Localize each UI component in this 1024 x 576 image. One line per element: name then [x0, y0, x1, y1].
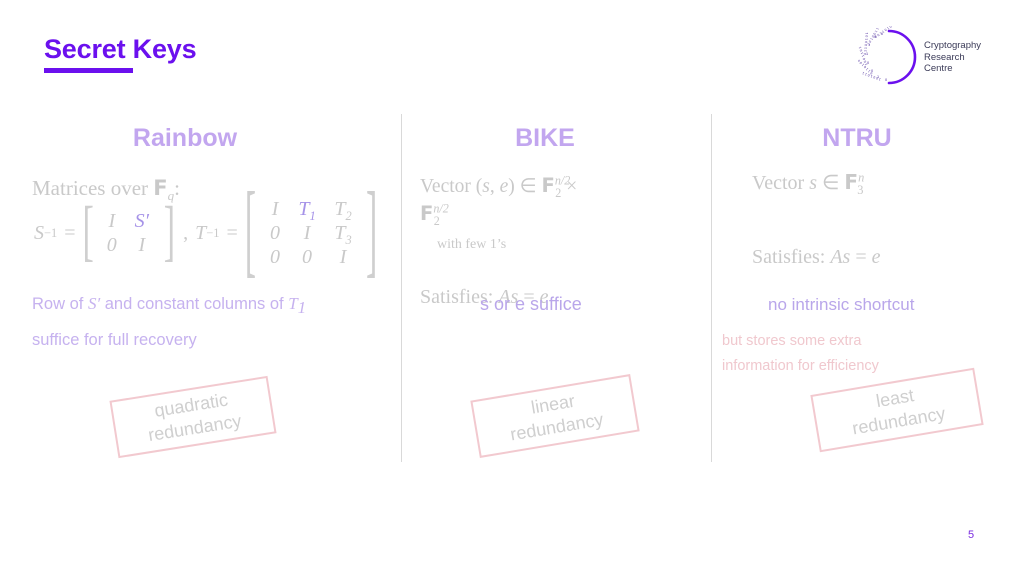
- ntru-satisfies-equals: =: [850, 246, 872, 268]
- column-heading-ntru: NTRU: [822, 124, 892, 152]
- ntru-satisfies-as: As: [830, 246, 851, 268]
- column-heading-rainbow: Rainbow: [132, 124, 238, 152]
- bike-vector-line-2: Fn/22: [420, 202, 449, 228]
- bike-times-symbol: ×: [561, 176, 578, 197]
- s-equals-sign: =: [64, 221, 76, 244]
- rainbow-note-1c: and constant columns of: [100, 295, 289, 313]
- bike-few-ones-note: with few 1’s: [437, 237, 507, 252]
- t-inverse-expression: T −1 = [ I T1 T2 0 I T3 0 0 I ]: [195, 174, 378, 289]
- stamp-least-label: least redundancy: [850, 385, 947, 439]
- stamp-quadratic-label: quadratic redundancy: [146, 389, 243, 446]
- column-divider-2: [711, 114, 712, 462]
- logo-wordmark: Cryptography Research Centre: [924, 40, 981, 75]
- t-cell-0-2: T2: [334, 198, 352, 223]
- s-cell-0-1: S′: [134, 210, 149, 232]
- t-cell-2-1: 0: [302, 246, 313, 268]
- s-matrix-grid: I S′ 0 I: [94, 209, 164, 257]
- rainbow-note-t-symbol: T: [288, 294, 298, 313]
- bike-field-symbol: F: [541, 174, 555, 197]
- svg-text:0: 0: [885, 78, 887, 82]
- stamp-least-redundancy: least redundancy: [810, 367, 984, 453]
- rainbow-note-1a: Row of: [32, 295, 88, 313]
- rainbow-note-line-1: Row of S′ and constant columns of T1: [32, 290, 306, 318]
- ntru-field-sub: 3: [857, 183, 864, 197]
- bike-vector-comma: ,: [489, 176, 500, 197]
- brand-logo: 1 0 0 1 0 1 1 0 1 1 0 1 0 0 1 1 0 0 1 1 …: [858, 26, 984, 88]
- ntru-vector-in: ∈: [817, 172, 845, 194]
- t-cell-0-0: I: [271, 198, 279, 220]
- stamp-quadratic-redundancy: quadratic redundancy: [109, 375, 277, 459]
- page-number: 5: [968, 529, 975, 541]
- t-cell-1-2: T3: [334, 222, 352, 247]
- ntru-satisfies-label: Satisfies:: [752, 246, 831, 268]
- formula-comma: ,: [183, 221, 189, 244]
- s-cell-0-0: I: [108, 210, 116, 232]
- logo-line-1: Cryptography: [924, 40, 982, 51]
- s-bracket-left: [: [82, 195, 94, 270]
- ntru-extra-note: but stores some extra information for ef…: [722, 329, 879, 379]
- title-underline-bar: [44, 68, 133, 73]
- ntru-satisfies-line: Satisfies: As = e: [752, 246, 881, 269]
- bike-suffice-note: s or e suffice: [480, 294, 582, 314]
- s-inverse-expression: S −1 = [ I S′ 0 I ]: [34, 195, 176, 270]
- bike-vector-pre: Vector (: [420, 176, 483, 197]
- stamp-linear-label: linear redundancy: [508, 390, 605, 445]
- svg-text:1: 1: [877, 75, 879, 79]
- bike-vector-in: ) ∈: [508, 176, 542, 197]
- crc-circular-logo-icon: 1 0 0 1 0 1 1 0 1 1 0 1 0 0 1 1 0 0 1 1 …: [858, 26, 917, 85]
- ntru-extra-line-1: but stores some extra: [722, 333, 862, 349]
- s-bracket-right: ]: [163, 195, 176, 270]
- t-cell-2-2: I: [339, 246, 347, 268]
- page-title: Secret Keys: [44, 34, 197, 64]
- svg-text:0: 0: [867, 61, 869, 65]
- svg-text:0: 0: [874, 35, 876, 39]
- bike-field2-sub: 2: [433, 213, 440, 228]
- svg-text:1: 1: [866, 52, 868, 56]
- t-bracket-left: [: [244, 174, 257, 289]
- t-inverse-symbol: T: [195, 221, 207, 244]
- stamp-linear-redundancy: linear redundancy: [470, 374, 640, 458]
- column-heading-bike: BIKE: [515, 124, 575, 152]
- ntru-vector-s: s: [809, 172, 817, 194]
- rainbow-matrix-formula: S −1 = [ I S′ 0 I ] , T −1 = [ I T1 T2 0 I…: [32, 174, 379, 289]
- t-cell-2-0: 0: [270, 246, 281, 268]
- logo-line-2: Research: [924, 51, 965, 63]
- s-inverse-symbol: S: [34, 221, 44, 244]
- t-equals-sign: =: [226, 221, 238, 244]
- t-matrix-grid: I T1 T2 0 I T3 0 0 I: [256, 197, 366, 269]
- bike-vector-s: s: [482, 176, 490, 197]
- rainbow-note-s-prime: S′: [87, 294, 101, 313]
- bike-field2-symbol: F: [420, 202, 434, 225]
- bike-vector-e: e: [499, 176, 509, 197]
- svg-text:1: 1: [868, 43, 870, 47]
- t-bracket-right: ]: [366, 174, 378, 289]
- ntru-vector-pre: Vector: [752, 172, 810, 194]
- rainbow-note-t-subscript: 1: [297, 298, 307, 318]
- ntru-satisfies-e: e: [871, 246, 881, 268]
- svg-text:0: 0: [871, 69, 873, 73]
- s-cell-1-1: I: [138, 234, 146, 256]
- s-cell-1-0: 0: [106, 234, 117, 256]
- logo-line-3: Centre: [924, 63, 953, 74]
- ntru-shortcut-note: no intrinsic shortcut: [768, 295, 915, 314]
- ntru-extra-line-2: information for efficiency: [722, 358, 879, 374]
- column-divider-1: [401, 114, 402, 462]
- t-cell-0-1: T1: [298, 198, 316, 223]
- t-cell-1-1: I: [303, 222, 311, 244]
- ntru-vector-line: Vector s ∈ Fn3: [752, 170, 864, 197]
- bike-vector-line-1: Vector (s, e) ∈ Fn/22 ×: [420, 174, 578, 199]
- rainbow-note-line-2: suffice for full recovery: [32, 331, 197, 349]
- svg-text:0: 0: [881, 32, 883, 36]
- t-cell-1-0: 0: [270, 222, 281, 244]
